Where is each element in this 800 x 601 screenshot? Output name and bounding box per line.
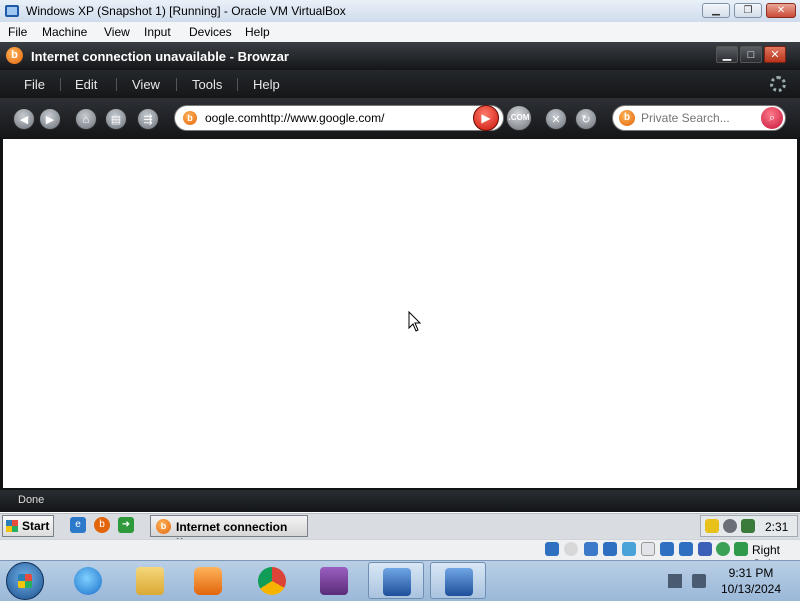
internet-explorer-icon xyxy=(74,567,102,595)
browser-minimize-button[interactable]: ▁ xyxy=(716,46,738,63)
optical-drive-icon[interactable] xyxy=(564,542,578,556)
host-menu-help[interactable]: Help xyxy=(245,25,270,39)
browser-status-bar: Done xyxy=(0,490,800,512)
taskbar-windows-xp-vm[interactable] xyxy=(430,562,486,599)
home-icon[interactable]: ⌂ xyxy=(75,108,97,130)
host-menu-devices[interactable]: Devices xyxy=(189,25,232,39)
go-button[interactable]: ▶ xyxy=(473,105,499,131)
start-label: Start xyxy=(22,519,50,533)
browzar-logo-icon: b xyxy=(6,47,23,64)
taskbar-winrar[interactable] xyxy=(306,562,362,599)
stop-icon[interactable]: ✕ xyxy=(545,108,567,130)
address-input[interactable] xyxy=(205,110,465,126)
menu-divider xyxy=(60,78,61,91)
network-adapter-icon[interactable] xyxy=(603,542,617,556)
host-menu-input[interactable]: Input xyxy=(144,25,171,39)
audio-icon[interactable] xyxy=(584,542,598,556)
chrome-icon xyxy=(258,567,286,595)
virtualbox-icon xyxy=(5,5,19,17)
display-icon[interactable] xyxy=(660,542,674,556)
host-menu-file[interactable]: File xyxy=(8,25,27,39)
show-desktop-icon[interactable]: ➜ xyxy=(118,517,134,533)
host-minimize-button[interactable]: ▁ xyxy=(702,3,730,18)
xp-system-tray: 2:31 xyxy=(700,515,798,537)
host-maximize-button[interactable]: ❐ xyxy=(734,3,762,18)
host-close-button[interactable]: ✕ xyxy=(766,3,796,18)
usb-icon[interactable] xyxy=(622,542,636,556)
taskbar-internet-explorer[interactable] xyxy=(60,562,116,599)
speaker-icon[interactable] xyxy=(723,519,737,533)
volume-muted-icon[interactable] xyxy=(692,574,706,588)
clock-date: 10/13/2024 xyxy=(720,582,782,596)
media-player-icon xyxy=(194,567,222,595)
mouse-integration-icon[interactable] xyxy=(716,542,730,556)
refresh-icon[interactable]: ↻ xyxy=(575,108,597,130)
forward-arrow-icon[interactable]: ▶ xyxy=(39,108,61,130)
menu-divider xyxy=(176,78,177,91)
browzar-quicklaunch-icon[interactable]: b xyxy=(94,517,110,533)
xp-start-button[interactable]: Start xyxy=(2,515,54,537)
host-title-bar: Windows XP (Snapshot 1) [Running] - Orac… xyxy=(0,0,800,23)
back-arrow-icon[interactable]: ◀ xyxy=(13,108,35,130)
browser-menu-bar: File Edit View Tools Help xyxy=(0,70,800,98)
ie-quicklaunch-icon[interactable]: e xyxy=(70,517,86,533)
hard-disk-icon[interactable] xyxy=(545,542,559,556)
recording-icon[interactable] xyxy=(679,542,693,556)
menu-divider xyxy=(237,78,238,91)
xp-clock: 2:31 xyxy=(765,520,789,534)
host-menu-machine[interactable]: Machine xyxy=(42,25,87,39)
host-window-title: Windows XP (Snapshot 1) [Running] - Orac… xyxy=(26,4,346,18)
windows7-start-button[interactable] xyxy=(6,562,44,600)
folder-icon xyxy=(136,567,164,595)
browser-title-bar: b Internet connection unavailable - Brow… xyxy=(0,42,800,70)
xp-vm-icon xyxy=(445,568,473,596)
private-search-box[interactable]: b ⌕ xyxy=(612,105,786,131)
browser-window-title: Internet connection unavailable - Browza… xyxy=(31,49,289,64)
browser-maximize-button[interactable]: □ xyxy=(740,46,762,63)
browser-menu-tools[interactable]: Tools xyxy=(192,77,222,92)
dotcom-button[interactable]: .COM xyxy=(506,105,532,131)
keyboard-capture-icon[interactable] xyxy=(734,542,748,556)
network-status-icon[interactable] xyxy=(668,574,682,588)
cpu-icon[interactable] xyxy=(698,542,712,556)
taskbar-chrome[interactable] xyxy=(244,562,300,599)
browser-menu-file[interactable]: File xyxy=(24,77,45,92)
page-content-area[interactable] xyxy=(3,139,797,488)
windows-flag-icon xyxy=(6,520,18,532)
taskbar-button-browzar[interactable]: b Internet connection u... xyxy=(150,515,308,548)
taskbar-virtualbox[interactable] xyxy=(368,562,424,599)
clock-time: 9:31 PM xyxy=(728,566,774,580)
host-menu-view[interactable]: View xyxy=(104,25,130,39)
print-icon[interactable]: ▤ xyxy=(105,108,127,130)
site-favicon-icon: b xyxy=(183,111,197,125)
search-icon[interactable]: ⌕ xyxy=(761,107,783,129)
browser-menu-view[interactable]: View xyxy=(132,77,160,92)
security-warning-icon[interactable] xyxy=(705,519,719,533)
winrar-icon xyxy=(320,567,348,595)
shared-folders-icon[interactable] xyxy=(641,542,655,556)
browser-menu-edit[interactable]: Edit xyxy=(75,77,97,92)
page-setup-icon[interactable]: ⇶ xyxy=(137,108,159,130)
taskbar-media-player[interactable] xyxy=(180,562,236,599)
search-input[interactable] xyxy=(641,110,751,126)
mouse-cursor-icon xyxy=(408,311,422,332)
loading-spinner-icon xyxy=(770,76,786,92)
menu-divider xyxy=(116,78,117,91)
windows7-clock[interactable]: 9:31 PM 10/13/2024 xyxy=(716,565,786,597)
virtualbox-manager-icon xyxy=(383,568,411,596)
network-icon[interactable] xyxy=(741,519,755,533)
search-provider-icon: b xyxy=(619,110,635,126)
browzar-task-icon: b xyxy=(156,519,171,534)
windows-orb-icon xyxy=(18,574,32,588)
browser-menu-help[interactable]: Help xyxy=(253,77,280,92)
host-menu-bar: File Machine View Input Devices Help xyxy=(0,22,800,42)
address-bar[interactable]: b xyxy=(174,105,504,131)
status-text: Done xyxy=(18,494,45,506)
taskbar-file-explorer[interactable] xyxy=(122,562,178,599)
browser-close-button[interactable]: ✕ xyxy=(764,46,786,63)
